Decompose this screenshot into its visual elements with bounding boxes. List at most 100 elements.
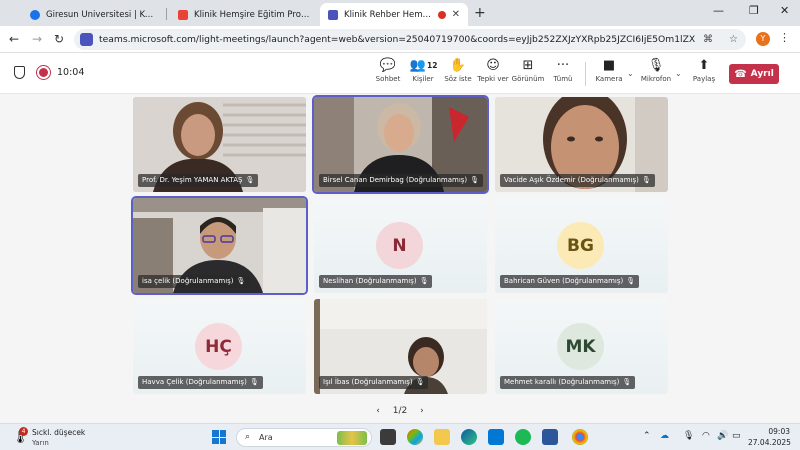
participant-tile[interactable]: BG Bahrican Güven (Doğrulanmamış) 🎙 [495,198,668,293]
people-count: 12 [427,61,438,70]
tab-title: Klinik Hemşire Eğitim Programı [194,9,312,20]
back-arrow-icon[interactable]: ← [9,32,19,46]
close-tab-icon[interactable]: ✕ [452,9,460,20]
new-tab-button[interactable]: + [474,5,486,21]
teams-icon [328,9,338,20]
more-button[interactable]: ··· Tümü [543,58,583,92]
search-highlight-image [337,431,367,445]
participant-avatar: HÇ [195,323,242,370]
mic-icon: 🎙 [626,277,636,285]
next-page-icon[interactable]: › [420,406,424,416]
address-bar-row: ← → ↻ teams.microsoft.com/light-meetings… [0,26,800,53]
mic-icon: 🎙 [415,378,425,386]
bookmark-star-icon[interactable]: ☆ [729,34,738,45]
mic-icon: 🎙 [249,378,259,386]
browser-tab-giresun[interactable]: Giresun Üniversitesi | Kuzeyin Parlayan … [22,3,162,26]
share-button[interactable]: ⬆ Paylaş [684,58,724,92]
weather-subtitle: Yarın [32,439,49,447]
mic-button[interactable]: 🎙 Mikrofon [636,58,676,92]
page-indicator: 1/2 [392,406,408,416]
tab-title: Klinik Rehber Hemşire Eğitimi [344,9,434,20]
hand-icon: ✋ [449,58,467,73]
leave-button[interactable]: ☎ Ayrıl [729,64,779,84]
word-icon[interactable] [542,429,558,445]
recording-icon [437,10,446,19]
participant-avatar: BG [557,222,604,269]
participant-tile[interactable]: Prof. Dr. Yeşim YAMAN AKTAŞ 🎙 [133,97,306,192]
participant-tile[interactable]: MK Mehmet karallı (Doğrulanmamış) 🎙 [495,299,668,394]
browser-tab-teams[interactable]: Klinik Rehber Hemşire Eğitimi ✕ [320,3,468,26]
smiley-icon: ☺ [486,58,500,73]
notification-badge: 4 [19,427,28,436]
browser-tab-gmail[interactable]: Klinik Hemşire Eğitim Programı [170,3,320,26]
clock-time: 09:03 [768,427,790,436]
reload-icon[interactable]: ↻ [54,32,64,46]
share-screen-icon: ⬆ [698,58,710,73]
weather-title: Sıckl. düşecek [32,428,86,437]
file-explorer-icon[interactable] [434,429,450,445]
taskbar: 🌡 4 Sıckl. düşecek Yarın ⌕ Ara ⌃ ☁ 🎙 ◠ 🔊… [0,423,800,450]
participant-tile[interactable]: Işıl İbas (Doğrulanmamış) 🎙 [314,299,487,394]
participant-avatar: MK [557,323,604,370]
share-label: Paylaş [692,75,716,83]
restore-button[interactable]: ❐ [749,4,759,17]
mic-icon: 🎙 [245,176,255,184]
weather-widget[interactable]: 🌡 4 Sıckl. düşecek Yarın [12,426,122,450]
spotify-icon[interactable] [515,429,531,445]
cloud-icon[interactable]: ☁ [660,431,669,441]
volume-icon[interactable]: 🔊 [717,431,728,441]
task-view-icon[interactable] [380,429,396,445]
battery-icon[interactable]: ▭ [732,431,741,441]
meeting-timer: 10:04 [57,67,85,78]
video-grid: Prof. Dr. Yeşim YAMAN AKTAŞ 🎙 Birsel Cana… [0,94,800,423]
more-dots-icon: ··· [556,58,570,73]
participant-tile[interactable]: Vacide Aşık Özdemir (Doğrulanmamış) 🎙 [495,97,668,192]
copilot-icon[interactable] [407,429,423,445]
browser-tab-strip: Giresun Üniversitesi | Kuzeyin Parlayan … [0,0,800,26]
gmail-icon [178,9,188,20]
tab-divider [166,8,167,20]
tab-title: Giresun Üniversitesi | Kuzeyin Parlayan … [46,9,154,20]
chrome-icon[interactable] [572,429,588,445]
system-clock[interactable]: 09:03 27.04.2025 [748,427,791,447]
shield-icon[interactable] [14,66,25,79]
minimize-button[interactable]: — [713,4,724,17]
participant-tile[interactable]: isa çelik (Doğrulanmamış) 🎙 [133,198,306,293]
search-icon: ⌕ [245,432,251,442]
mic-icon: 🎙 [419,277,429,285]
start-button[interactable] [212,430,226,444]
leave-label: Ayrıl [750,69,774,79]
camera-icon: ■ [602,58,616,73]
participant-name: Vacide Aşık Özdemir (Doğrulanmamış) 🎙 [500,174,655,187]
microphone-tray-icon[interactable]: 🎙 [683,431,694,441]
profile-avatar[interactable]: Y [756,32,770,46]
edge-icon[interactable] [461,429,477,445]
hang-up-icon: ☎ [734,68,747,80]
mic-icon: 🎙 [470,176,480,184]
site-info-icon[interactable] [80,33,93,46]
participant-name: Prof. Dr. Yeşim YAMAN AKTAŞ 🎙 [138,174,259,187]
url-bar[interactable]: teams.microsoft.com/light-meetings/launc… [74,29,746,50]
browser-menu-icon[interactable]: ⋮ [779,31,790,44]
participant-tile[interactable]: HÇ Havva Çelik (Doğrulanmamış) 🎙 [133,299,306,394]
participant-name: Mehmet karallı (Doğrulanmamış) 🎙 [500,376,636,389]
mic-icon: 🎙 [641,176,651,184]
chevron-up-icon[interactable]: ⌃ [643,431,651,441]
recording-indicator-icon [39,68,48,77]
translate-icon[interactable]: ⌘ [703,34,713,45]
participant-name: Neslihan (Doğrulanmamış) 🎙 [319,275,433,288]
globe-icon [30,9,40,20]
search-placeholder: Ara [259,433,273,442]
taskbar-search[interactable]: ⌕ Ara [236,428,372,447]
grid-view-icon: ⊞ [522,58,534,73]
wifi-icon[interactable]: ◠ [702,431,710,441]
forward-arrow-icon[interactable]: → [32,32,42,46]
previous-page-icon[interactable]: ‹ [376,406,380,416]
participant-tile[interactable]: N Neslihan (Doğrulanmamış) 🎙 [314,198,487,293]
close-window-button[interactable]: ✕ [780,4,789,17]
store-icon[interactable] [488,429,504,445]
participant-tile[interactable]: Birsel Canan Demirbag (Doğrulanmamış) 🎙 [314,97,487,192]
participant-name: Bahrican Güven (Doğrulanmamış) 🎙 [500,275,640,288]
mic-icon: 🎙 [622,378,632,386]
camera-button[interactable]: ■ Kamera [589,58,629,92]
